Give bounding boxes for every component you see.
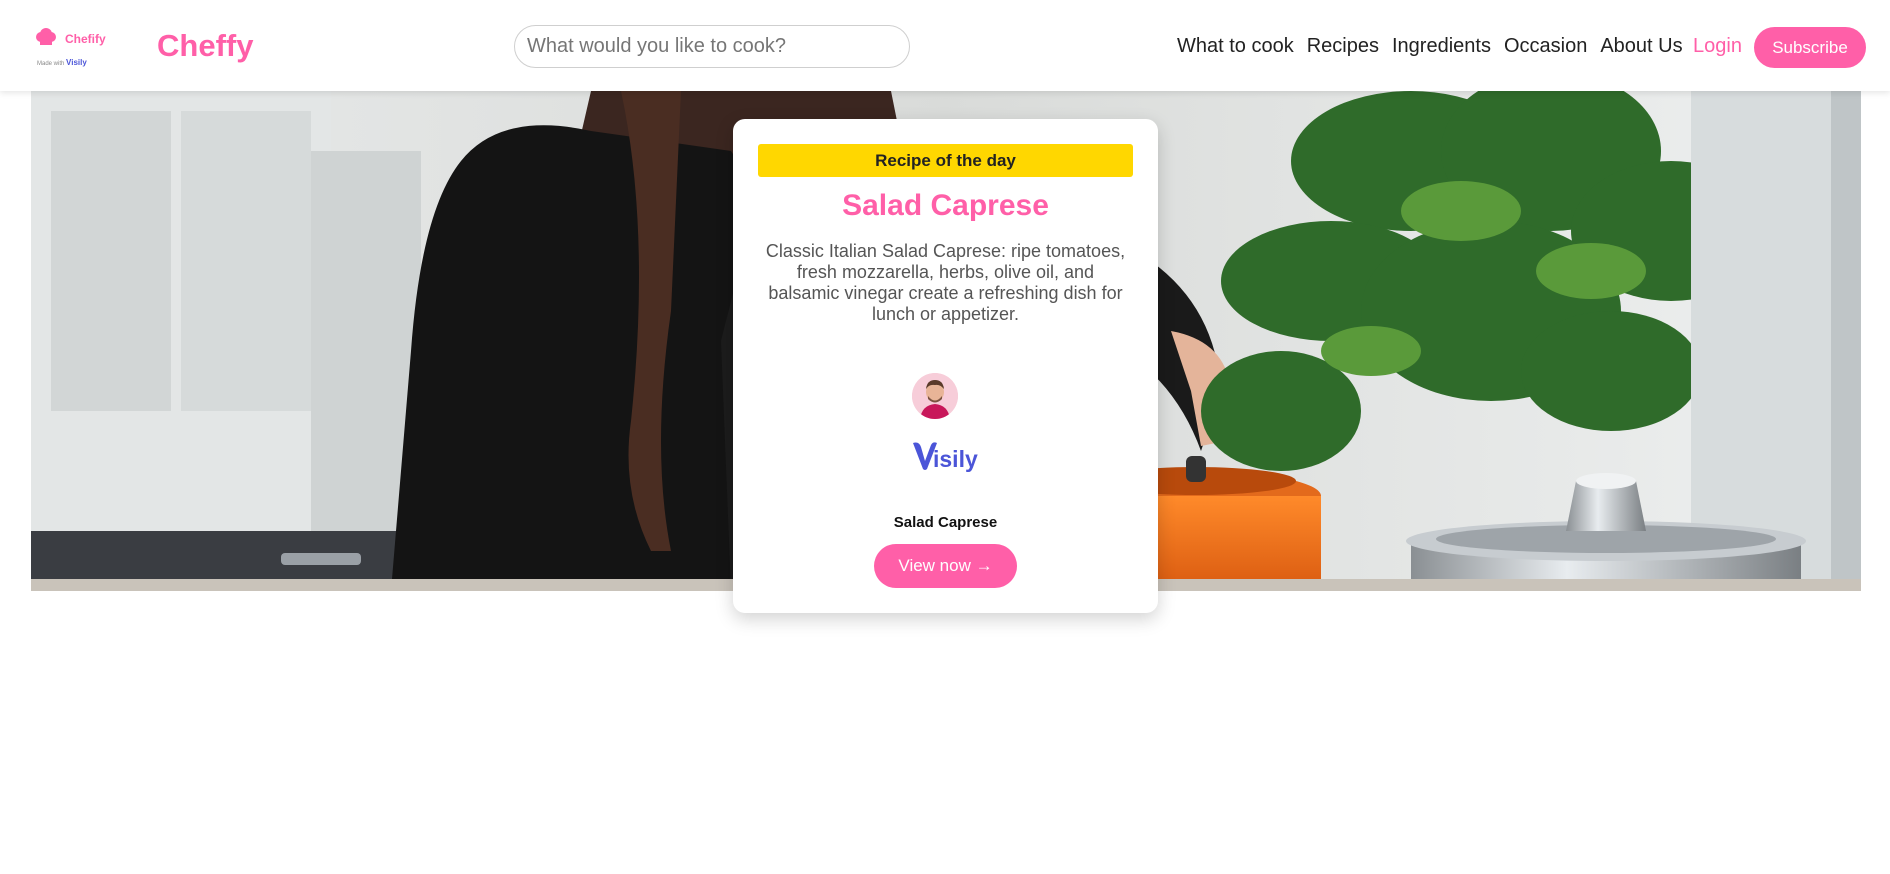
view-now-button[interactable]: View now → — [874, 544, 1017, 588]
nav-item-occasion[interactable]: Occasion — [1504, 35, 1587, 58]
made-with-label: Made with — [37, 61, 65, 67]
login-link[interactable]: Login — [1693, 35, 1742, 58]
made-with-text: Made with Visily — [37, 58, 87, 67]
subscribe-button[interactable]: Subscribe — [1754, 27, 1866, 68]
nav-item-ingredients[interactable]: Ingredients — [1392, 35, 1491, 58]
brand-name[interactable]: Cheffy — [157, 28, 253, 64]
svg-text:isily: isily — [933, 446, 978, 472]
chefify-logo[interactable]: Chefify Made with Visily — [35, 24, 115, 74]
recipe-of-the-day-badge: Recipe of the day — [758, 144, 1133, 177]
recipe-name-label: Salad Caprese — [893, 514, 998, 531]
recipe-title[interactable]: Salad Caprese — [733, 189, 1158, 223]
visily-logo: isily — [913, 442, 978, 472]
nav-item-recipes[interactable]: Recipes — [1307, 35, 1379, 58]
nav-item-about-us[interactable]: About Us — [1600, 35, 1682, 58]
main-nav: What to cook Recipes Ingredients Occasio… — [1177, 35, 1683, 58]
chef-hat-icon — [36, 28, 56, 47]
logo-name: Chefify — [65, 32, 106, 46]
author-avatar[interactable] — [912, 373, 958, 419]
recipe-of-the-day-card: Recipe of the day Salad Caprese Classic … — [733, 119, 1158, 613]
top-navbar: Chefify Made with Visily Cheffy What to … — [0, 0, 1890, 91]
search-input[interactable] — [514, 25, 910, 68]
nav-item-what-to-cook[interactable]: What to cook — [1177, 35, 1294, 58]
user-avatar-icon — [912, 373, 958, 419]
recipe-description: Classic Italian Salad Caprese: ripe toma… — [765, 241, 1126, 324]
made-with-brand: Visily — [66, 58, 87, 67]
